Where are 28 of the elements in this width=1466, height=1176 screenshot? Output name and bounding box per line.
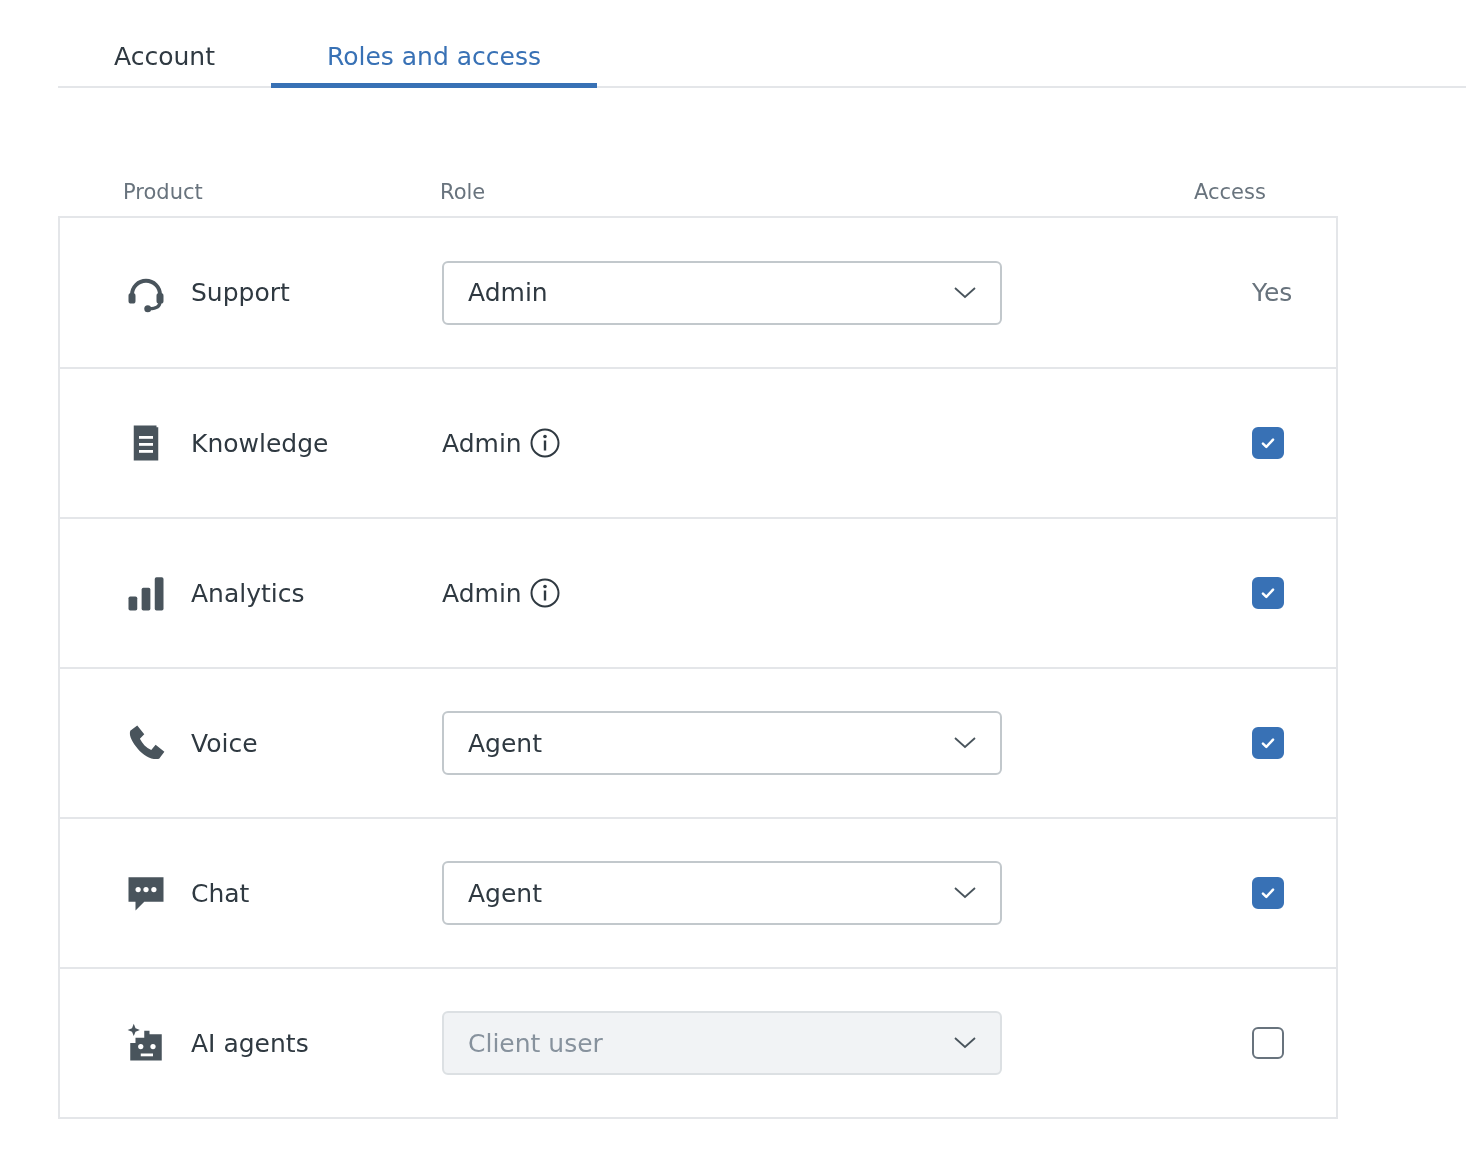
role-dropdown[interactable]: Agent	[442, 861, 1002, 925]
column-header: Role	[440, 180, 487, 204]
role-text: Admin	[442, 428, 522, 458]
product-name: Voice	[191, 728, 258, 758]
role-dropdown[interactable]: Admin	[442, 260, 1002, 325]
product-name: Knowledge	[191, 428, 329, 458]
info-icon[interactable]	[529, 578, 560, 608]
tab[interactable]: Account	[58, 0, 271, 88]
access-checkbox[interactable]	[1252, 427, 1284, 459]
info-icon[interactable]	[529, 428, 560, 458]
product-name: AI agents	[191, 1028, 309, 1058]
column-header: Access	[1194, 180, 1267, 204]
access-checkbox[interactable]	[1252, 577, 1284, 609]
tab[interactable]: Roles and access	[270, 0, 597, 88]
chevron-down-icon	[954, 737, 976, 749]
access-checkbox[interactable]	[1252, 1027, 1284, 1059]
role-dropdown[interactable]: Agent	[442, 711, 1002, 775]
product-name: Analytics	[191, 578, 305, 608]
access-text: Yes	[1252, 278, 1293, 307]
access-checkbox[interactable]	[1252, 877, 1284, 909]
product-name: Support	[191, 278, 290, 307]
chevron-down-icon	[954, 286, 976, 299]
column-header: Product	[122, 180, 204, 204]
chevron-down-icon	[954, 887, 976, 899]
access-checkbox[interactable]	[1252, 727, 1284, 759]
product-name: Chat	[191, 878, 250, 908]
chevron-down-icon	[954, 1037, 976, 1049]
role-text: Admin	[442, 578, 522, 608]
